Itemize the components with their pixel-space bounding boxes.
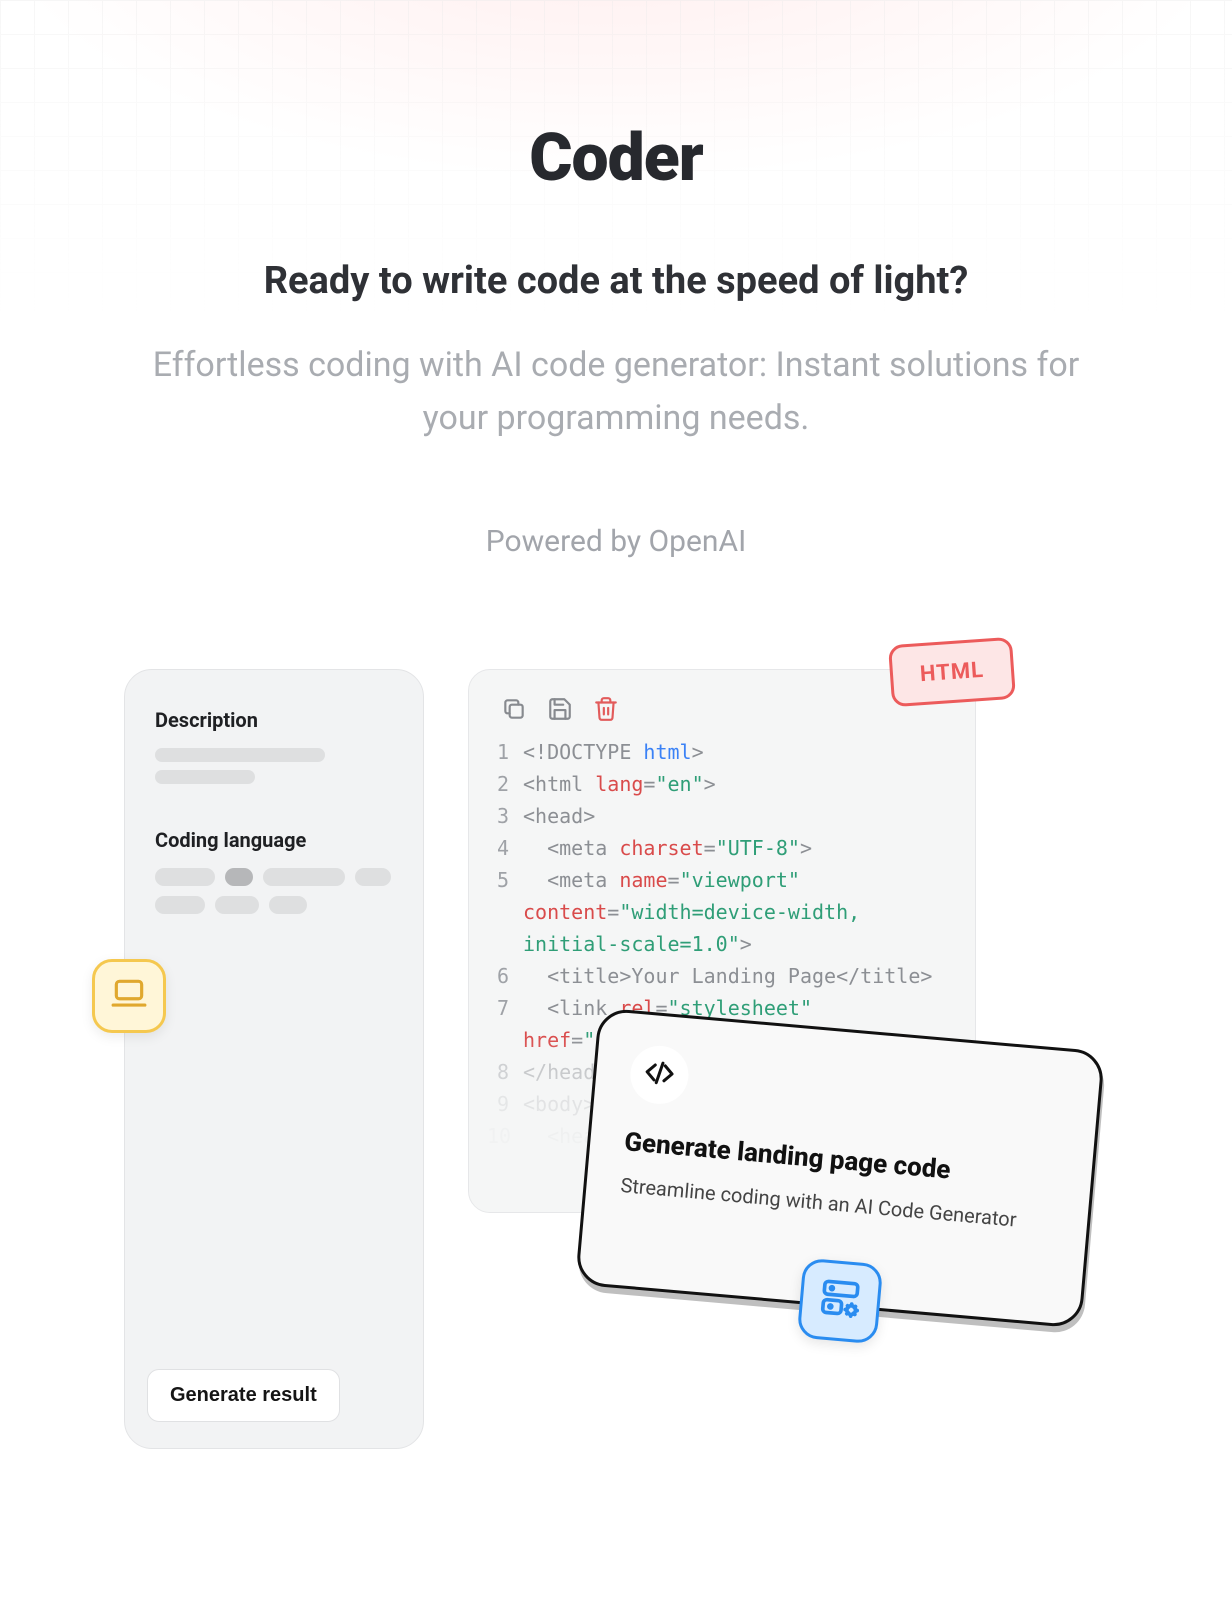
line-number: 1 xyxy=(487,736,523,768)
coding-language-heading: Coding language xyxy=(155,828,393,852)
hero-section: Coder Ready to write code at the speed o… xyxy=(0,0,1232,559)
language-pill-row xyxy=(155,868,393,914)
server-gear-badge xyxy=(797,1258,884,1345)
input-panel: Description Coding language Generate res… xyxy=(124,669,424,1449)
server-gear-icon xyxy=(816,1276,864,1328)
language-pill[interactable] xyxy=(155,896,205,914)
line-number: 6 xyxy=(487,960,523,992)
line-number: 9 xyxy=(487,1088,523,1120)
trash-icon[interactable] xyxy=(593,696,619,722)
line-number: 4 xyxy=(487,832,523,864)
skeleton-line xyxy=(155,770,255,784)
line-number: 2 xyxy=(487,768,523,800)
language-pill-selected[interactable] xyxy=(225,868,253,886)
code-line: 3<head> xyxy=(487,800,957,832)
code-content: <meta charset="UTF-8"> xyxy=(523,832,957,864)
code-line: 6 <title>Your Landing Page</title> xyxy=(487,960,957,992)
laptop-icon xyxy=(110,975,148,1017)
code-line: 5 <meta name="viewport" content="width=d… xyxy=(487,864,957,960)
hero-description: Effortless coding with AI code generator… xyxy=(0,339,1232,444)
copy-icon[interactable] xyxy=(501,696,527,722)
generate-result-button[interactable]: Generate result xyxy=(147,1369,340,1422)
html-badge-label: HTML xyxy=(919,658,985,687)
save-icon[interactable] xyxy=(547,696,573,722)
language-pill[interactable] xyxy=(215,896,259,914)
line-number: 5 xyxy=(487,864,523,960)
skeleton-line xyxy=(155,748,325,762)
code-content: <head> xyxy=(523,800,957,832)
language-pill[interactable] xyxy=(269,896,307,914)
description-heading: Description xyxy=(155,708,393,732)
illustration-stage: Description Coding language Generate res… xyxy=(0,669,1232,1569)
code-line: 4 <meta charset="UTF-8"> xyxy=(487,832,957,864)
laptop-badge xyxy=(92,959,166,1033)
line-number: 8 xyxy=(487,1056,523,1088)
code-content: <title>Your Landing Page</title> xyxy=(523,960,957,992)
code-icon xyxy=(643,1057,676,1093)
code-content: <html lang="en"> xyxy=(523,768,957,800)
line-number: 7 xyxy=(487,992,523,1056)
line-number: 10 xyxy=(487,1120,523,1152)
code-content: <meta name="viewport" content="width=dev… xyxy=(523,864,957,960)
code-line: 2<html lang="en"> xyxy=(487,768,957,800)
language-pill[interactable] xyxy=(263,868,345,886)
line-number: 3 xyxy=(487,800,523,832)
hero-subtitle: Ready to write code at the speed of ligh… xyxy=(0,259,1232,303)
html-badge: HTML xyxy=(888,637,1016,707)
hero-title: Coder xyxy=(0,120,1232,197)
language-pill[interactable] xyxy=(355,868,391,886)
promo-icon-circle xyxy=(628,1044,691,1107)
language-pill[interactable] xyxy=(155,868,215,886)
powered-by-label: Powered by OpenAI xyxy=(0,524,1232,559)
code-line: 1<!DOCTYPE html> xyxy=(487,736,957,768)
code-content: <!DOCTYPE html> xyxy=(523,736,957,768)
